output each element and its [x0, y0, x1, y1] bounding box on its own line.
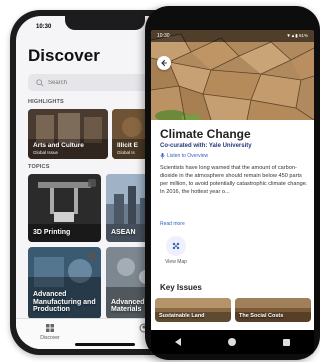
ios-notch [65, 16, 145, 30]
topic-title: 3D Printing [33, 229, 71, 237]
read-more-link[interactable]: Read more [160, 221, 185, 227]
view-map-button[interactable]: View Map [164, 236, 188, 265]
back-button[interactable] [157, 56, 171, 70]
view-map-label: View Map [165, 259, 187, 265]
home-indicator [75, 343, 135, 346]
android-screen: 10:30 ▼▲▮ 61% Climate Change Co-curated … [151, 30, 314, 354]
page-title: Discover [28, 46, 100, 65]
topic-badge-icon [88, 179, 96, 187]
ios-status-time: 10:30 [36, 24, 52, 30]
topic-title: Advanced Manufacturing and Production [33, 290, 96, 314]
key-issue-card[interactable]: The Social Costs [235, 298, 311, 322]
topic-title: Climate Change [160, 127, 251, 141]
topic-card-advanced-manufacturing[interactable]: Advanced Manufacturing and Production [28, 247, 101, 319]
audio-icon [160, 153, 165, 159]
highlights-section-label: HIGHLIGHTS [28, 99, 64, 105]
highlight-card-subtitle: Global Is [117, 150, 135, 155]
nav-back-button[interactable] [174, 338, 181, 346]
highlight-card-subtitle: Global Issue [33, 150, 59, 155]
highlight-card-arts[interactable]: Arts and Culture Global Issue [28, 109, 108, 159]
android-status-time: 10:30 [157, 33, 170, 39]
overview-text: Scientists have long warned that the amo… [160, 165, 308, 196]
key-issue-title: The Social Costs [239, 313, 284, 319]
highlight-card-title: Arts and Culture [33, 141, 84, 149]
topic-badge-icon [88, 252, 96, 260]
cracked-earth-hero-image [151, 30, 314, 120]
highlight-card-title: Illicit E [117, 141, 138, 149]
map-icon [172, 242, 180, 250]
nav-home-button[interactable] [227, 338, 236, 346]
listen-overview-link[interactable]: Listen to Overview [160, 153, 208, 159]
topic-card-3d-printing[interactable]: 3D Printing [28, 174, 101, 242]
map-icon-circle [166, 236, 186, 256]
discover-icon [46, 324, 54, 332]
key-issue-title: Sustainable Land [159, 313, 205, 319]
arrow-left-icon [161, 59, 167, 67]
topics-section-label: TOPICS [28, 164, 50, 170]
android-status-icons: ▼▲▮ 61% [286, 33, 308, 38]
key-issues-heading: Key Issues [160, 283, 202, 292]
search-icon [36, 78, 44, 87]
android-nav-bar [151, 330, 314, 354]
tab-discover-label: Discover [40, 335, 60, 341]
android-phone: 10:30 ▼▲▮ 61% Climate Change Co-curated … [145, 6, 320, 360]
android-status-bar: 10:30 ▼▲▮ 61% [151, 30, 314, 42]
curator-text: Co-curated with: Yale University [160, 143, 252, 149]
nav-recents-button[interactable] [283, 338, 291, 346]
key-issue-card[interactable]: Sustainable Land [155, 298, 231, 322]
topic-title: ASEAN [111, 229, 136, 237]
tab-discover[interactable]: Discover [30, 323, 70, 341]
listen-overview-label: Listen to Overview [167, 153, 209, 159]
